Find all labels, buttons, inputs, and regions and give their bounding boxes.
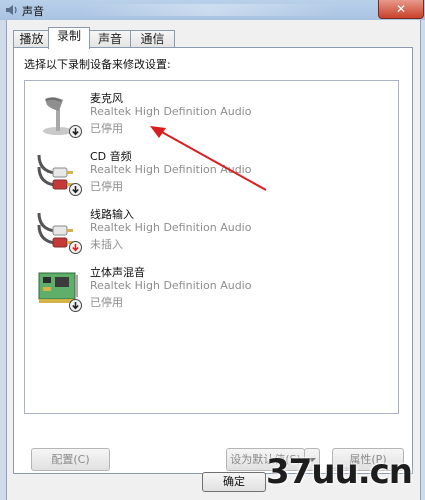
watermark-logo: 37uu.cn (266, 452, 413, 492)
annotation-arrow (150, 126, 267, 191)
